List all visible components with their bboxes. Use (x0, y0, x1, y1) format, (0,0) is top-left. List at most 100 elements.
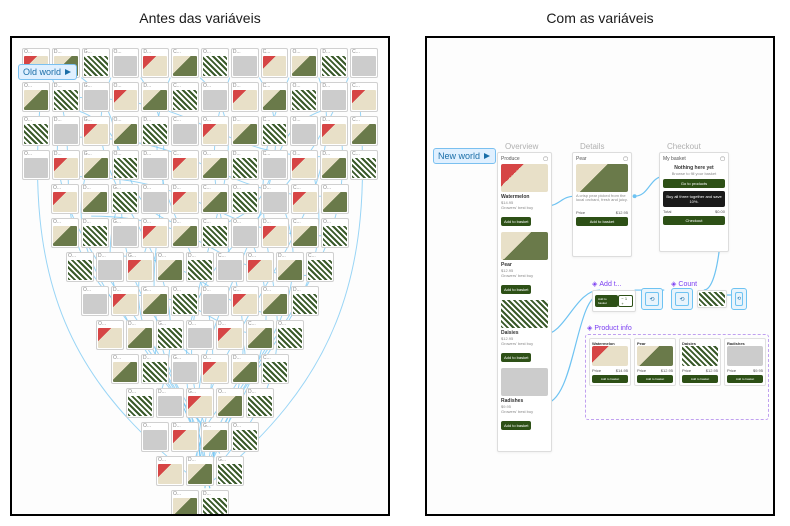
prototype-frame[interactable]: C... (291, 218, 319, 248)
prototype-frame[interactable]: D... (171, 184, 199, 214)
prototype-frame[interactable]: O... (171, 286, 199, 316)
info-card[interactable]: DaisiesPrice$12.95Add to basket (679, 338, 721, 386)
info-card[interactable]: RadishesPrice$9.95Add to basket (724, 338, 766, 386)
prototype-frame[interactable]: O... (261, 286, 289, 316)
prototype-frame[interactable]: O... (112, 150, 140, 180)
prototype-frame[interactable]: O... (290, 150, 318, 180)
prototype-frame[interactable]: D... (141, 354, 169, 384)
prototype-frame[interactable]: O... (141, 422, 169, 452)
prototype-frame[interactable]: O... (216, 388, 244, 418)
prototype-frame[interactable]: C... (261, 82, 289, 112)
info-add-button[interactable]: Add to basket (592, 375, 628, 383)
prototype-frame[interactable]: O... (112, 48, 140, 78)
go-products-button[interactable]: Go to products (663, 179, 725, 188)
prototype-frame[interactable]: C... (291, 184, 319, 214)
prototype-frame[interactable]: G... (82, 48, 110, 78)
count-component[interactable] (697, 290, 727, 308)
add-to-basket-button[interactable]: Add to basket (501, 217, 531, 226)
prototype-frame[interactable]: D... (231, 82, 259, 112)
prototype-frame[interactable]: G... (82, 150, 110, 180)
overview-frame[interactable]: Produce ▢ Watermelon$14.95Growers' best … (497, 152, 552, 452)
variable-node-count-b[interactable]: ⟲ (731, 288, 747, 310)
prototype-frame[interactable]: O... (22, 82, 50, 112)
prototype-frame[interactable]: D... (231, 48, 259, 78)
info-add-button[interactable]: Add to basket (637, 375, 673, 383)
prototype-frame[interactable]: D... (171, 218, 199, 248)
prototype-frame[interactable]: C... (231, 286, 259, 316)
prototype-frame[interactable]: O... (321, 218, 349, 248)
prototype-frame[interactable]: C... (201, 218, 229, 248)
prototype-frame[interactable]: D... (231, 150, 259, 180)
prototype-frame[interactable]: O... (290, 116, 318, 146)
prototype-frame[interactable]: O... (141, 184, 169, 214)
prototype-frame[interactable]: D... (141, 150, 169, 180)
checkout-frame[interactable]: My basket ▢ Nothing here yet Browse to f… (659, 152, 729, 252)
prototype-frame[interactable]: O... (321, 184, 349, 214)
prototype-frame[interactable]: C... (171, 82, 199, 112)
stepper[interactable]: − 1 + (618, 295, 633, 307)
prototype-frame[interactable]: C... (350, 82, 378, 112)
prototype-frame[interactable]: D... (231, 354, 259, 384)
prototype-frame[interactable]: C... (306, 252, 334, 282)
prototype-frame[interactable]: O... (51, 184, 79, 214)
prototype-frame[interactable]: D... (81, 218, 109, 248)
prototype-frame[interactable]: D... (126, 320, 154, 350)
prototype-frame[interactable]: D... (52, 82, 80, 112)
prototype-frame[interactable]: O... (231, 184, 259, 214)
prototype-frame[interactable]: D... (320, 82, 348, 112)
prototype-frame[interactable]: C... (350, 48, 378, 78)
prototype-frame[interactable]: D... (52, 116, 80, 146)
prototype-frame[interactable]: D... (111, 286, 139, 316)
details-frame[interactable]: Pear ▢ A crisp pear picked from the loca… (572, 152, 632, 257)
prototype-frame[interactable]: D... (156, 388, 184, 418)
prototype-frame[interactable]: G... (141, 286, 169, 316)
prototype-frame[interactable]: C... (261, 48, 289, 78)
prototype-frame[interactable]: G... (82, 116, 110, 146)
prototype-frame[interactable]: O... (96, 320, 124, 350)
variable-node-count-a[interactable]: ⟲ (671, 288, 693, 310)
prototype-frame[interactable]: G... (111, 184, 139, 214)
prototype-frame[interactable]: O... (22, 150, 50, 180)
prototype-frame[interactable]: O... (231, 218, 259, 248)
add-to-basket-button[interactable]: Add to basket (501, 353, 531, 362)
prototype-frame[interactable]: O... (201, 116, 229, 146)
prototype-frame[interactable]: D... (96, 252, 124, 282)
prototype-frame[interactable]: O... (276, 320, 304, 350)
prototype-frame[interactable]: C... (171, 48, 199, 78)
product-card[interactable]: Pear$12.95Growers' best buyAdd to basket (501, 232, 548, 296)
old-world-badge[interactable]: Old world (18, 64, 77, 80)
prototype-frame[interactable]: O... (171, 490, 199, 516)
prototype-frame[interactable]: C... (171, 116, 199, 146)
prototype-frame[interactable]: O... (186, 320, 214, 350)
prototype-frame[interactable]: G... (201, 422, 229, 452)
add-button[interactable]: Add to basket (595, 295, 618, 307)
new-world-badge[interactable]: New world (433, 148, 496, 164)
prototype-frame[interactable]: O... (290, 82, 318, 112)
prototype-frame[interactable]: O... (141, 218, 169, 248)
prototype-frame[interactable]: G... (156, 320, 184, 350)
prototype-frame[interactable]: D... (231, 116, 259, 146)
prototype-frame[interactable]: D... (216, 320, 244, 350)
prototype-frame[interactable]: D... (81, 184, 109, 214)
info-card[interactable]: PearPrice$12.95Add to basket (634, 338, 676, 386)
prototype-frame[interactable]: C... (171, 150, 199, 180)
prototype-frame[interactable]: O... (201, 48, 229, 78)
add-component[interactable]: Add to basket − 1 + (592, 290, 636, 312)
product-card[interactable]: Daisies$12.95Growers' best buyAdd to bas… (501, 300, 548, 364)
prototype-frame[interactable]: C... (261, 116, 289, 146)
prototype-frame[interactable]: O... (22, 116, 50, 146)
prototype-frame[interactable]: O... (112, 82, 140, 112)
prototype-frame[interactable]: O... (126, 388, 154, 418)
prototype-frame[interactable]: D... (141, 82, 169, 112)
prototype-frame[interactable]: D... (261, 218, 289, 248)
prototype-frame[interactable]: O... (156, 456, 184, 486)
prototype-frame[interactable]: O... (156, 252, 184, 282)
prototype-frame[interactable]: D... (52, 150, 80, 180)
prototype-frame[interactable]: G... (171, 354, 199, 384)
prototype-frame[interactable]: G... (126, 252, 154, 282)
prototype-frame[interactable]: G... (111, 218, 139, 248)
add-to-basket-button[interactable]: Add to basket (501, 285, 531, 294)
prototype-frame[interactable]: O... (246, 252, 274, 282)
prototype-frame[interactable]: C... (216, 252, 244, 282)
prototype-frame[interactable]: D... (320, 48, 348, 78)
